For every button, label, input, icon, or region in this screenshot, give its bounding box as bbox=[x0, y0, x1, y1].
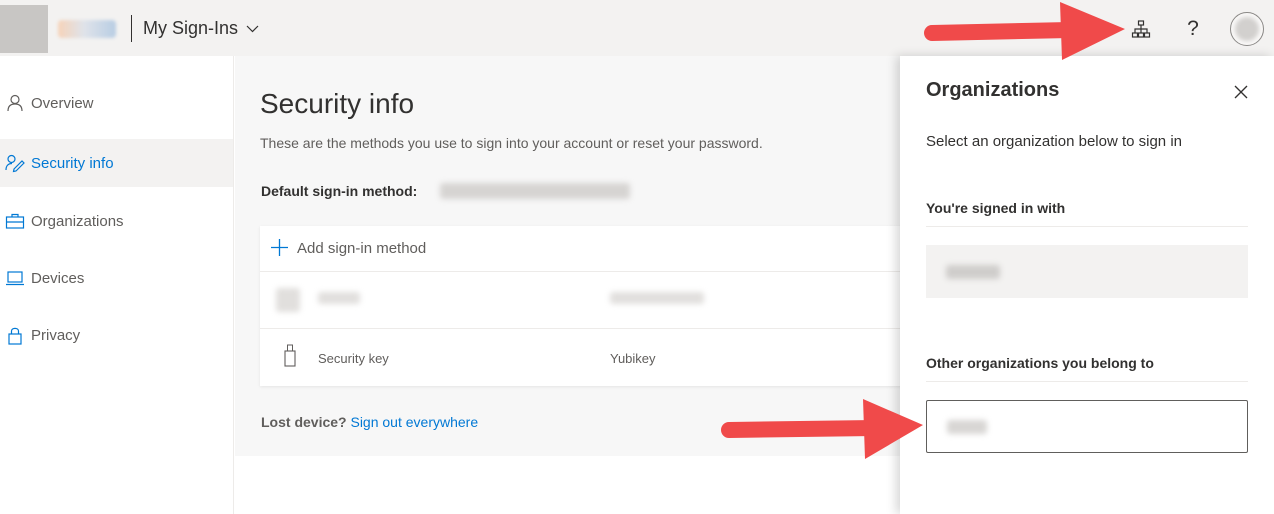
sidebar-item-security-info[interactable]: Security info bbox=[0, 139, 233, 187]
annotation-arrow-bottom bbox=[721, 399, 923, 459]
company-logo bbox=[58, 20, 116, 38]
other-organization-name bbox=[947, 420, 987, 434]
default-method-value bbox=[440, 183, 630, 199]
method-type: Security key bbox=[318, 351, 389, 366]
row-divider bbox=[260, 271, 960, 272]
current-organization-tile bbox=[926, 245, 1248, 298]
sidebar-item-label: Overview bbox=[31, 94, 94, 112]
chevron-down-icon[interactable] bbox=[246, 25, 259, 33]
default-method-label: Default sign-in method: bbox=[261, 183, 418, 199]
sidebar-item-label: Devices bbox=[31, 269, 85, 287]
avatar[interactable] bbox=[1230, 12, 1264, 46]
security-info-icon bbox=[5, 153, 25, 173]
sidebar-item-overview[interactable]: Overview bbox=[0, 79, 233, 127]
page-subtitle: These are the methods you use to sign in… bbox=[260, 135, 763, 151]
help-icon: ? bbox=[1187, 17, 1199, 40]
other-organization-tile[interactable] bbox=[926, 400, 1248, 453]
sidebar-item-label: Organizations bbox=[31, 212, 124, 230]
avatar-image bbox=[1235, 17, 1259, 41]
sidebar-item-label: Privacy bbox=[31, 326, 81, 344]
row-divider bbox=[260, 328, 960, 329]
sign-in-methods-card: Add sign-in method Security key Yubikey bbox=[260, 226, 960, 386]
sidebar-item-privacy[interactable]: Privacy bbox=[0, 311, 233, 359]
plus-icon bbox=[271, 239, 288, 256]
phone-icon bbox=[276, 288, 300, 312]
app-launcher-button[interactable] bbox=[0, 5, 48, 53]
usb-key-icon bbox=[284, 344, 296, 367]
signed-in-heading: You're signed in with bbox=[926, 200, 1066, 216]
other-organizations-heading: Other organizations you belong to bbox=[926, 355, 1154, 371]
help-button[interactable]: ? bbox=[1180, 14, 1206, 44]
method-detail-redacted bbox=[610, 292, 704, 304]
sidebar-item-label: Security info bbox=[31, 154, 114, 172]
organization-switcher-button[interactable] bbox=[1128, 16, 1154, 42]
lost-device-label: Lost device? bbox=[261, 414, 347, 430]
section-divider bbox=[926, 226, 1248, 227]
lock-icon bbox=[5, 325, 25, 345]
section-divider bbox=[926, 381, 1248, 382]
method-type-redacted bbox=[318, 292, 360, 304]
panel-title: Organizations bbox=[926, 79, 1060, 101]
add-sign-in-method-label: Add sign-in method bbox=[297, 240, 427, 257]
close-icon[interactable] bbox=[1232, 83, 1250, 101]
panel-subtitle: Select an organization below to sign in bbox=[926, 133, 1182, 150]
current-organization-name bbox=[946, 265, 1000, 279]
person-icon bbox=[5, 93, 25, 113]
lost-device-section: Lost device? Sign out everywhere bbox=[261, 414, 478, 430]
laptop-icon bbox=[5, 268, 25, 288]
app-title[interactable]: My Sign-Ins bbox=[143, 18, 238, 39]
add-sign-in-method-button[interactable]: Add sign-in method bbox=[260, 226, 960, 271]
sign-out-everywhere-link[interactable]: Sign out everywhere bbox=[350, 414, 478, 430]
annotation-arrow-top bbox=[924, 2, 1125, 60]
header-divider bbox=[131, 15, 132, 42]
method-detail: Yubikey bbox=[610, 351, 656, 366]
sidebar-item-devices[interactable]: Devices bbox=[0, 254, 233, 302]
briefcase-icon bbox=[5, 211, 25, 231]
organization-icon bbox=[1131, 20, 1151, 38]
sidebar-item-organizations[interactable]: Organizations bbox=[0, 197, 233, 245]
organizations-panel: Organizations Select an organization bel… bbox=[900, 56, 1274, 514]
page-title: Security info bbox=[260, 88, 415, 119]
